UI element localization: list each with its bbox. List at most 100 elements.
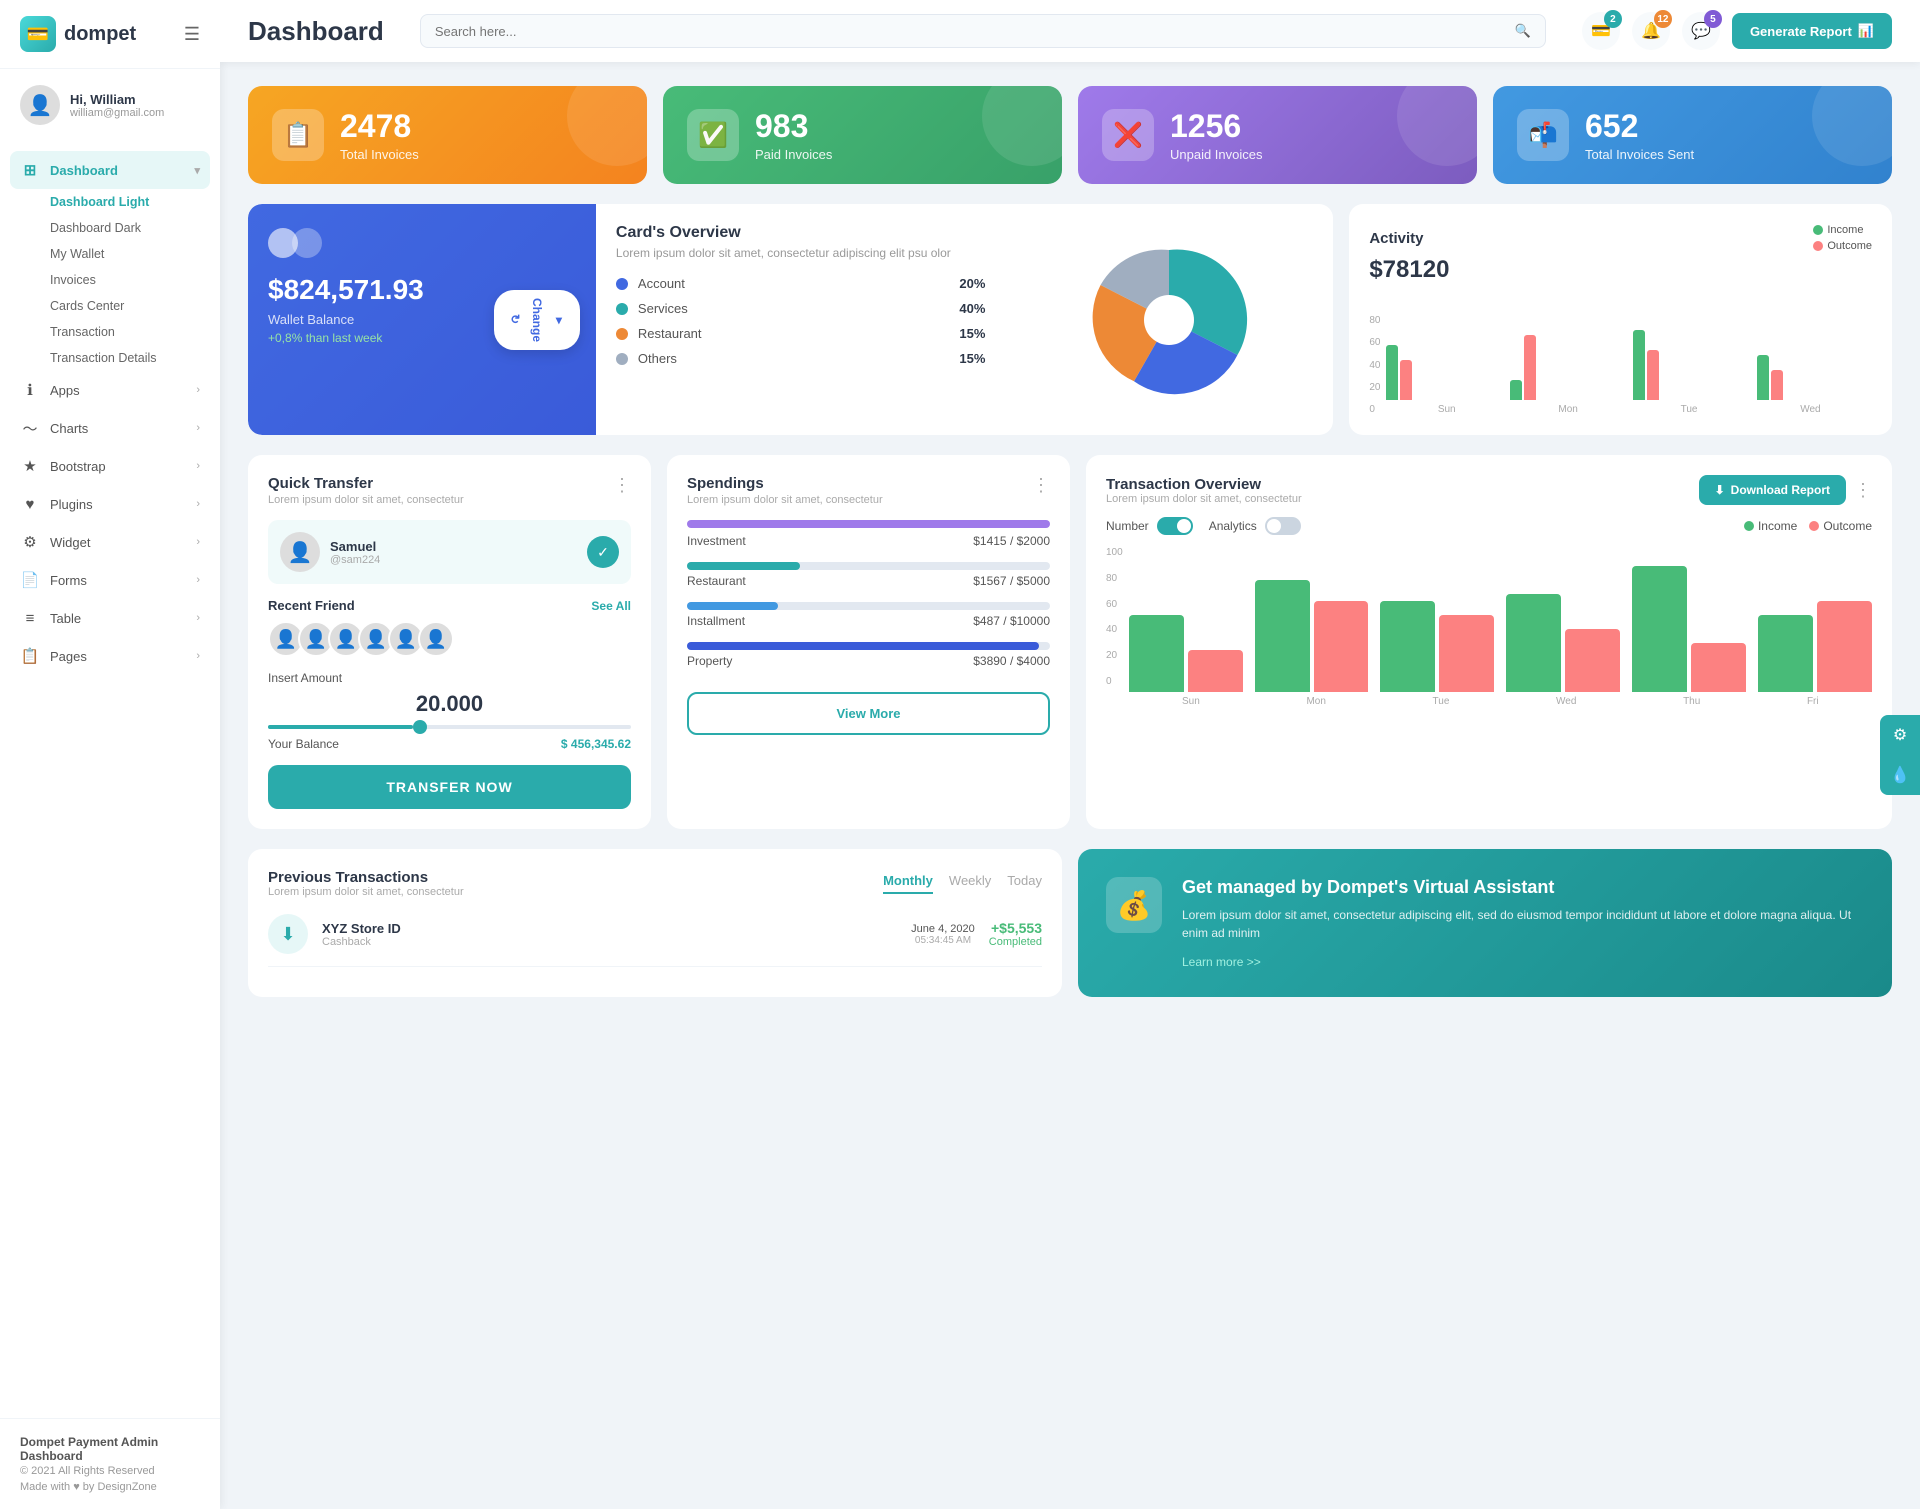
stat-card-sent-invoices: 📬 652 Total Invoices Sent [1493,86,1892,184]
sidebar-item-forms[interactable]: 📄 Forms › [0,561,220,599]
item-pct: 15% [959,351,985,366]
restaurant-bar-bg [687,562,1050,570]
transaction-icon: ⬇ [268,914,308,954]
number-toggle[interactable] [1157,517,1193,535]
pages-icon: 📋 [20,646,40,666]
hamburger-icon[interactable]: ☰ [184,24,200,45]
va-learn-more-link[interactable]: Learn more >> [1182,955,1261,969]
transaction-title: Transaction Overview [1106,476,1302,493]
dots-menu-icon[interactable]: ⋮ [1854,480,1872,501]
person-name: Samuel [330,539,380,554]
stats-row: 📋 2478 Total Invoices ✅ 983 Paid Invoice… [248,86,1892,184]
transaction-header-left: Transaction Overview Lorem ipsum dolor s… [1106,476,1302,505]
subnav-transaction[interactable]: Transaction [30,319,220,345]
search-bar[interactable]: 🔍 [420,14,1546,48]
amount-slider[interactable] [268,725,631,729]
sidebar-item-charts[interactable]: 〜 Charts › [0,409,220,447]
subnav-cards-center[interactable]: Cards Center [30,293,220,319]
services-dot [616,303,628,315]
transaction-type: Cashback [322,936,897,948]
settings-icon-btn[interactable]: ⚙ [1880,715,1920,755]
stat-label: Unpaid Invoices [1170,147,1263,162]
recent-friend-label: Recent Friend [268,598,355,613]
refresh-icon: ↻ [508,314,522,324]
see-all-link[interactable]: See All [591,599,631,613]
bell-icon-btn[interactable]: 🔔 12 [1632,12,1670,50]
logo-icon: 💳 [20,16,56,52]
transaction-date: June 4, 2020 [911,923,975,935]
dots-menu-icon[interactable]: ⋮ [1032,475,1050,496]
subnav-dashboard-dark[interactable]: Dashboard Dark [30,215,220,241]
recent-friends-header: Recent Friend See All [268,598,631,613]
stat-number: 2478 [340,108,419,145]
income-bar [1758,615,1813,692]
spending-amounts: $487 / $10000 [973,614,1050,628]
tab-today[interactable]: Today [1007,873,1042,894]
chevron-right-icon: › [196,460,200,472]
bottom-section: Quick Transfer Lorem ipsum dolor sit ame… [248,455,1892,829]
user-profile-area: 👤 Hi, William william@gmail.com [0,69,220,141]
prev-title: Previous Transactions [268,869,464,886]
change-button[interactable]: ↻ Change ▾ [494,289,580,349]
va-content: Get managed by Dompet's Virtual Assistan… [1182,877,1864,969]
spendings-title: Spendings [687,475,883,492]
tab-weekly[interactable]: Weekly [949,873,991,894]
sidebar-item-dashboard[interactable]: ⊞ Dashboard ▾ [10,151,210,189]
wallet-icon-btn[interactable]: 💳 2 [1582,12,1620,50]
user-name: Hi, William [70,92,164,107]
dots-menu-icon[interactable]: ⋮ [613,475,631,496]
generate-report-label: Generate Report [1750,24,1852,39]
list-item: Services 40% [616,301,986,316]
chart-bars-area: Sun Mon Tue Wed Thu Fri [1129,552,1872,707]
transaction-status: Completed [989,936,1042,948]
income-dot [1744,521,1754,531]
search-input[interactable] [435,24,1507,39]
card-bg-decoration [982,86,1062,166]
chevron-right-icon: › [196,422,200,434]
sidebar-nav: ⊞ Dashboard ▾ Dashboard Light Dashboard … [0,141,220,1418]
subnav-dashboard-light[interactable]: Dashboard Light [30,189,220,215]
transaction-actions: ⬇ Download Report ⋮ [1699,475,1872,505]
subnav-transaction-details[interactable]: Transaction Details [30,345,220,371]
stat-info: 2478 Total Invoices [340,108,419,162]
analytics-toggle[interactable] [1265,517,1301,535]
avatar: 👤 [20,85,60,125]
transaction-header: Transaction Overview Lorem ipsum dolor s… [1106,475,1872,505]
sidebar-item-label: Charts [50,421,88,436]
sidebar-item-table[interactable]: ≡ Table › [0,599,220,637]
quick-transfer-card: Quick Transfer Lorem ipsum dolor sit ame… [248,455,651,829]
slider-thumb[interactable] [413,720,427,734]
outcome-bar [1439,615,1494,692]
circle-2 [292,228,322,258]
sidebar-item-apps[interactable]: ℹ Apps › [0,371,220,409]
transaction-name: XYZ Store ID [322,921,897,936]
sidebar-item-pages[interactable]: 📋 Pages › [0,637,220,675]
water-drop-icon-btn[interactable]: 💧 [1880,755,1920,795]
transaction-overview-card: Transaction Overview Lorem ipsum dolor s… [1086,455,1892,829]
person-handle: @sam224 [330,554,380,566]
chat-icon-btn[interactable]: 💬 5 [1682,12,1720,50]
outcome-legend: Outcome [1809,519,1872,533]
outcome-dot [1809,521,1819,531]
subnav-my-wallet[interactable]: My Wallet [30,241,220,267]
income-label: Income [1758,519,1797,533]
tab-monthly[interactable]: Monthly [883,873,933,894]
subnav-invoices[interactable]: Invoices [30,267,220,293]
sidebar-item-widget[interactable]: ⚙ Widget › [0,523,220,561]
overview-items: Account 20% Services 40% Restaurant 15% [616,276,986,366]
right-sidebar: ⚙ 💧 [1880,715,1920,795]
stat-card-paid-invoices: ✅ 983 Paid Invoices [663,86,1062,184]
activity-chart: 0 20 40 60 80 [1369,300,1872,415]
widget-icon: ⚙ [20,532,40,552]
prev-transactions-header: Previous Transactions Lorem ipsum dolor … [268,869,1042,898]
sidebar-item-plugins[interactable]: ♥ Plugins › [0,485,220,523]
stat-info: 1256 Unpaid Invoices [1170,108,1263,162]
download-report-button[interactable]: ⬇ Download Report [1699,475,1846,505]
view-more-button[interactable]: View More [687,692,1050,735]
transfer-now-button[interactable]: TRANSFER NOW [268,765,631,809]
generate-report-button[interactable]: Generate Report 📊 [1732,13,1892,49]
overview-title: Card's Overview [616,224,986,242]
spendings-header-left: Spendings Lorem ipsum dolor sit amet, co… [687,475,883,520]
your-balance: Your Balance $ 456,345.62 [268,737,631,751]
sidebar-item-bootstrap[interactable]: ★ Bootstrap › [0,447,220,485]
